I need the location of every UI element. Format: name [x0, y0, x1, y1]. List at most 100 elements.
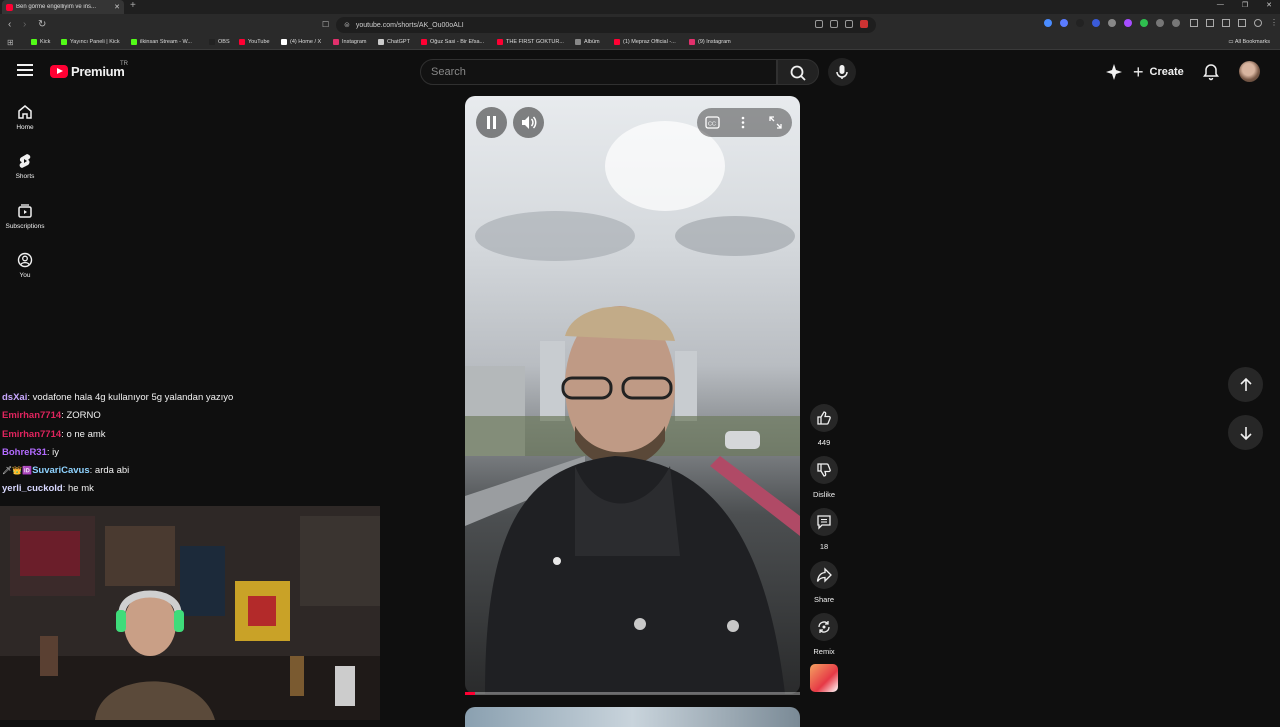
youtube-premium-logo[interactable]: Premium TR [50, 61, 128, 79]
browser-tab[interactable]: Ben görme engelliyim ve ins... ✕ [2, 0, 124, 14]
chat-text: arda abi [94, 465, 130, 477]
search-button[interactable] [777, 59, 819, 85]
microphone-icon [836, 65, 848, 79]
close-tab-icon[interactable]: ✕ [114, 3, 120, 11]
new-tab-button[interactable]: + [130, 0, 136, 12]
remix-button[interactable]: Remix [808, 613, 840, 656]
extension-icon[interactable] [1076, 19, 1084, 27]
downloads-icon[interactable] [1222, 19, 1230, 27]
chat-badges: 🗡👑🆔 [2, 466, 33, 476]
zoom-icon[interactable] [830, 20, 838, 28]
search-icon [790, 65, 806, 81]
chat-text: vodafone hala 4g kullanıyor 5g yalandan … [32, 392, 234, 403]
window-controls: — ❐ ✕ [1217, 1, 1272, 9]
extension-icon[interactable] [1060, 19, 1068, 27]
bookmark-item[interactable]: Oğuz Sasi - Bir Efsa... [421, 39, 484, 45]
video-progress-bar[interactable] [465, 692, 800, 695]
url-text: youtube.com/shorts/AK_Ou00oALI [355, 21, 464, 29]
share-page-icon[interactable] [845, 20, 853, 28]
chat-username: Emirhan7714 [2, 428, 62, 440]
gemini-sparkle-icon[interactable] [1105, 63, 1123, 81]
video-top-controls: CC [697, 108, 792, 137]
subscriptions-icon [18, 204, 32, 218]
hamburger-menu-icon[interactable] [17, 64, 33, 78]
like-button[interactable]: 449 [808, 404, 840, 447]
forward-icon[interactable]: › [23, 19, 26, 30]
chat-message: 🗡👑🆔SuvariCavus: arda abi [2, 465, 130, 477]
chat-text: ZORNO [66, 410, 101, 422]
fullscreen-icon[interactable] [768, 115, 783, 130]
shield-icon[interactable] [1254, 19, 1262, 27]
country-code: TR [120, 61, 128, 67]
extension-icon[interactable] [1092, 19, 1100, 27]
voice-search-button[interactable] [828, 58, 856, 86]
bookmark-item[interactable]: OBS [209, 39, 230, 45]
extension-icon[interactable] [1124, 19, 1132, 27]
site-info-icon[interactable]: ⊜ [344, 21, 350, 29]
notifications-bell-icon[interactable] [1202, 63, 1220, 81]
pause-button[interactable] [476, 107, 507, 138]
media-icon[interactable] [1190, 19, 1198, 27]
more-options-icon[interactable] [739, 115, 747, 130]
captions-icon[interactable]: CC [705, 115, 720, 130]
chat-text: o ne amk [66, 428, 106, 440]
sidebar-item-home[interactable]: Home [0, 104, 50, 131]
reload-icon[interactable]: ↻ [38, 19, 46, 30]
brand-name: Premium [71, 64, 125, 79]
previous-short-button[interactable] [1228, 367, 1263, 402]
bookmark-item[interactable]: Instagram [333, 39, 366, 45]
bookmark-item[interactable]: ilkinsan Stream - W... [131, 39, 192, 45]
share-button[interactable]: Share [808, 561, 840, 604]
bookmark-item[interactable]: (9) Instagram [689, 39, 731, 45]
url-bar[interactable]: ⊜ youtube.com/shorts/AK_Ou00oALI [336, 17, 876, 33]
progress-fill [465, 692, 476, 695]
sidebar-item-shorts[interactable]: Shorts [0, 153, 50, 180]
bookmark-item[interactable]: (1) Mepraz Official -... [614, 39, 676, 45]
comments-button[interactable]: 18 [808, 508, 840, 551]
sidebar-item-you[interactable]: You [0, 252, 50, 279]
streamer-webcam [0, 506, 380, 720]
bookmark-star-icon[interactable]: ☐ [322, 20, 329, 29]
extension-icon[interactable] [1172, 19, 1180, 27]
all-bookmarks-button[interactable]: ▭ All Bookmarks [1228, 39, 1270, 45]
dislike-button[interactable]: Dislike [808, 456, 840, 499]
extension-red-icon[interactable] [860, 20, 868, 28]
search-input[interactable]: Search [420, 59, 777, 85]
more-menu-icon[interactable]: ⋮ [1270, 19, 1278, 27]
bookmark-item[interactable]: ChatGPT [378, 39, 410, 45]
create-button[interactable]: + Create [1133, 62, 1184, 82]
maximize-icon[interactable]: ❐ [1242, 1, 1248, 9]
bookmark-item[interactable]: (4) Home / X [281, 39, 321, 45]
bookmarks-bar: ⊞ Kick Yayıncı Paneli | Kick ilkinsan St… [0, 36, 1280, 50]
side-panel-icon[interactable] [1206, 19, 1214, 27]
bookmark-item[interactable]: Yayıncı Paneli | Kick [61, 39, 120, 45]
apps-grid-icon[interactable]: ⊞ [7, 38, 14, 47]
bookmark-item[interactable]: YouTube [239, 39, 270, 45]
volume-icon [522, 116, 537, 129]
home-icon [18, 105, 32, 119]
bookmark-folder[interactable]: Albüm [575, 39, 600, 45]
minimize-icon[interactable]: — [1217, 1, 1224, 9]
dislike-label: Dislike [812, 490, 836, 499]
profile-icon[interactable] [1238, 19, 1246, 27]
bookmark-item[interactable]: Kick [31, 39, 50, 45]
address-toolbar: ‹ › ↻ ☐ ⊜ youtube.com/shorts/AK_Ou00oALI… [0, 14, 1280, 36]
install-app-icon[interactable] [815, 20, 823, 28]
bookmark-item[interactable]: THE FIRST GOKTUR... [497, 39, 564, 45]
sidebar-item-subscriptions[interactable]: Subscriptions [0, 203, 50, 230]
svg-text:CC: CC [708, 122, 716, 128]
chat-username: Emirhan7714 [2, 410, 62, 422]
webcam-scene-image [0, 506, 380, 720]
account-avatar[interactable] [1239, 61, 1260, 82]
next-short-preview[interactable] [465, 707, 800, 727]
puzzle-icon[interactable] [1156, 19, 1164, 27]
volume-button[interactable] [513, 107, 544, 138]
shorts-video-player[interactable] [465, 96, 800, 694]
channel-avatar[interactable] [810, 664, 838, 692]
extension-icon[interactable] [1108, 19, 1116, 27]
extension-icon[interactable] [1140, 19, 1148, 27]
window-close-icon[interactable]: ✕ [1266, 1, 1272, 9]
extension-icon[interactable] [1044, 19, 1052, 27]
back-icon[interactable]: ‹ [8, 19, 11, 30]
next-short-button[interactable] [1228, 415, 1263, 450]
